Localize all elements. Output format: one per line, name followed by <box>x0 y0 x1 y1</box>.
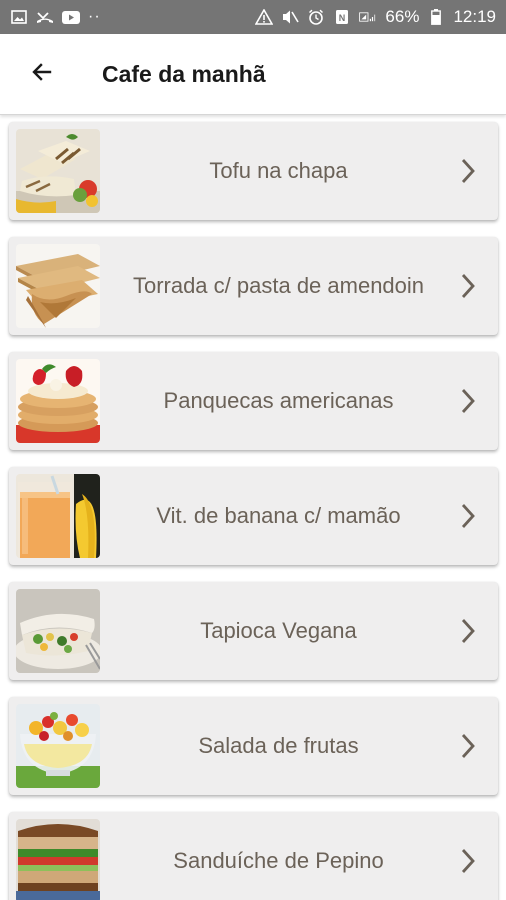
menu-item-label: Vit. de banana c/ mamão <box>156 503 401 528</box>
menu-item-label: Panquecas americanas <box>163 388 394 413</box>
svg-text:N: N <box>339 13 346 23</box>
menu-item-label: Sanduíche de Pepino <box>173 848 384 873</box>
youtube-icon <box>62 9 80 25</box>
menu-item-label: Salada de frutas <box>198 733 359 758</box>
smoothie-photo <box>16 474 100 558</box>
fruit-salad-photo <box>16 704 100 788</box>
menu-item-pancakes[interactable]: Panquecas americanas <box>9 352 498 450</box>
chevron-right-icon <box>456 386 480 416</box>
page-title: Cafe da manhã <box>102 60 266 87</box>
chevron-right-icon <box>456 616 480 646</box>
sandwich-photo <box>16 819 100 900</box>
tofu-photo <box>16 129 100 213</box>
menu-item-label: Torrada c/ pasta de amendoin <box>132 273 425 298</box>
menu-item-toast[interactable]: Torrada c/ pasta de amendoin <box>9 237 498 335</box>
tapioca-photo <box>16 589 100 673</box>
menu-item-label: Tapioca Vegana <box>200 618 357 643</box>
more-dots-icon: ·· <box>88 8 101 25</box>
menu-item-smoothie[interactable]: Vit. de banana c/ mamão <box>9 467 498 565</box>
menu-item-label: Tofu na chapa <box>209 158 348 183</box>
toast-photo <box>16 244 100 328</box>
chevron-right-icon <box>456 501 480 531</box>
menu-item-tapioca[interactable]: Tapioca Vegana <box>9 582 498 680</box>
chevron-right-icon <box>456 271 480 301</box>
chevron-right-icon <box>456 731 480 761</box>
arrow-back-icon <box>30 60 54 89</box>
battery-level: 66% <box>385 7 420 26</box>
pancakes-photo <box>16 359 100 443</box>
status-bar: ·· N 66% 12:19 <box>0 0 506 34</box>
status-bar-left: ·· <box>10 9 101 25</box>
alarm-icon <box>307 9 325 25</box>
clock: 12:19 <box>453 7 496 26</box>
chevron-right-icon <box>456 846 480 876</box>
back-button[interactable] <box>22 54 62 94</box>
nfc-icon: N <box>333 9 351 25</box>
chevron-right-icon <box>456 156 480 186</box>
mute-icon <box>281 9 300 25</box>
image-icon <box>10 9 28 25</box>
status-bar-right: N 66% 12:19 <box>255 7 496 27</box>
battery-icon <box>427 9 445 25</box>
missed-call-icon <box>36 9 54 25</box>
signal-icon <box>359 9 377 25</box>
warning-icon <box>255 9 274 25</box>
menu-item-fruit-salad[interactable]: Salada de frutas <box>9 697 498 795</box>
app-bar: Cafe da manhã <box>0 34 506 115</box>
menu-item-sandwich[interactable]: Sanduíche de Pepino <box>9 812 498 900</box>
menu-item-tofu[interactable]: Tofu na chapa <box>9 122 498 220</box>
menu-list[interactable]: Tofu na chapa Torrada c/ pasta de amendo… <box>0 115 506 900</box>
